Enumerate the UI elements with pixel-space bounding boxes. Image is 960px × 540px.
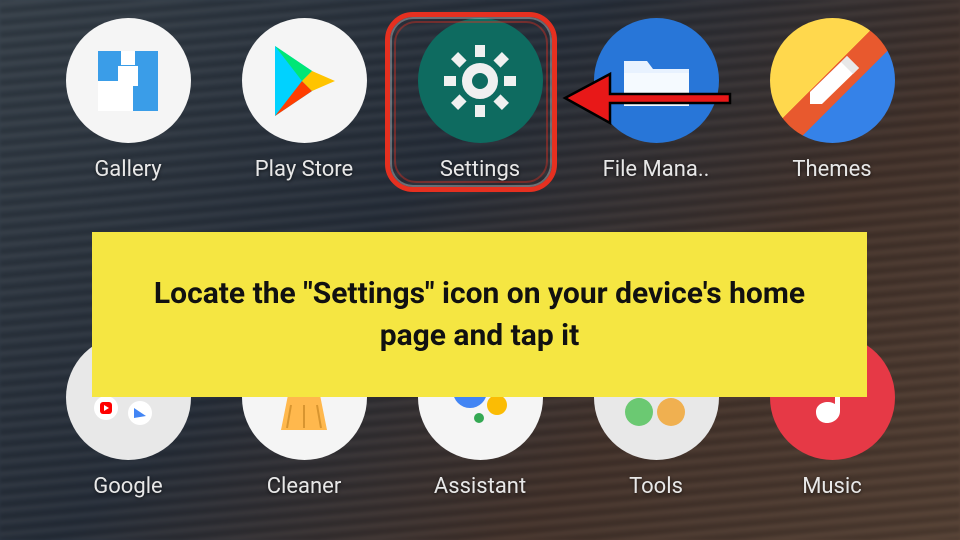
app-label: Gallery: [94, 157, 161, 182]
app-file-manager[interactable]: File Mana..: [571, 18, 741, 182]
app-label: Cleaner: [267, 474, 342, 499]
gallery-icon: [66, 18, 191, 143]
app-label: Tools: [629, 474, 683, 499]
app-gallery[interactable]: Gallery: [43, 18, 213, 182]
app-play-store[interactable]: Play Store: [219, 18, 389, 182]
app-row-1: Gallery Play Store: [0, 18, 960, 182]
app-label: Play Store: [255, 157, 353, 182]
instruction-banner: Locate the "Settings" icon on your devic…: [92, 232, 867, 397]
app-label: Google: [93, 474, 162, 499]
app-label: Music: [802, 474, 862, 499]
app-themes[interactable]: Themes: [747, 18, 917, 182]
play-store-icon: [242, 18, 367, 143]
app-label: Settings: [440, 157, 520, 182]
themes-icon: [770, 18, 895, 143]
app-label: Themes: [792, 157, 871, 182]
app-label: File Mana..: [603, 157, 710, 182]
instruction-text: Locate the "Settings" icon on your devic…: [132, 273, 827, 357]
settings-icon: [418, 18, 543, 143]
app-settings[interactable]: Settings: [395, 18, 565, 182]
app-label: Assistant: [434, 474, 526, 499]
file-manager-icon: [594, 18, 719, 143]
